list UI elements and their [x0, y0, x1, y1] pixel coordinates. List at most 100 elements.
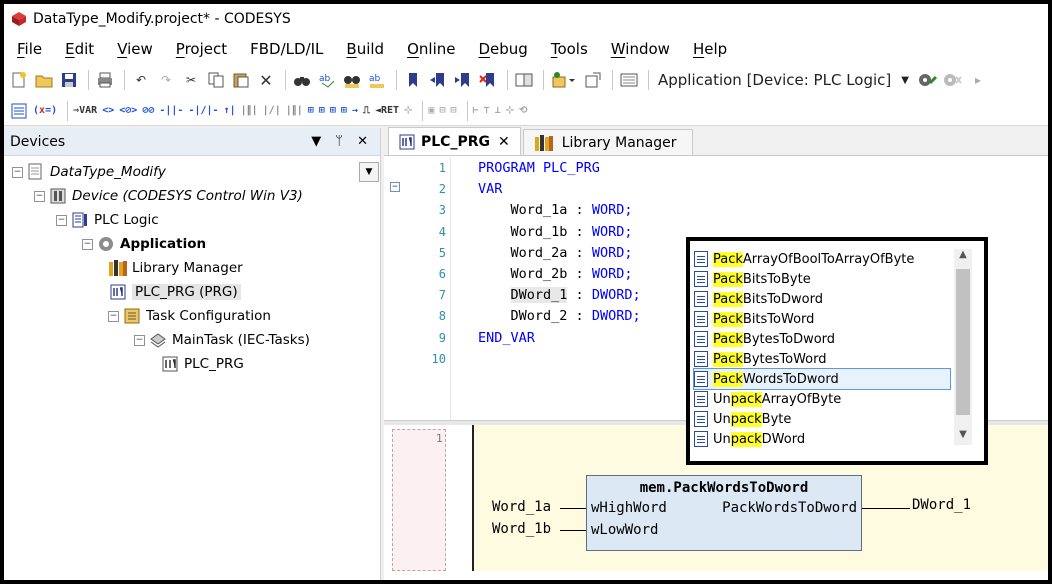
save-icon[interactable] [58, 69, 80, 91]
paste-icon[interactable] [230, 69, 252, 91]
replace-in-project-icon[interactable]: ab [366, 69, 388, 91]
autocomplete-item[interactable]: Pack BytesToWord [694, 349, 950, 369]
collapse-icon[interactable]: − [56, 214, 67, 226]
new-project-icon[interactable] [8, 69, 30, 91]
close-icon[interactable]: ✕ [357, 134, 368, 149]
insert-branch-below-icon[interactable]: ⊥ [495, 100, 501, 122]
collapse-icon[interactable]: − [390, 182, 400, 192]
tab-plc-prg[interactable]: PLC_PRG ✕ [388, 127, 521, 155]
collapse-icon[interactable]: − [134, 334, 145, 346]
insert-coil-icon[interactable]: |∥| [241, 100, 258, 122]
collapse-icon[interactable]: − [108, 310, 119, 322]
active-application-combo[interactable]: Application [Device: PLC Logic] ▼ [658, 71, 909, 89]
menu-build[interactable]: Build [333, 40, 394, 58]
panel-options-icon[interactable]: ▼ [311, 134, 321, 149]
collapse-icon[interactable]: − [12, 166, 23, 178]
toggle-parallel-icon[interactable]: ⟲ [519, 100, 527, 122]
autocomplete-item[interactable]: Pack BitsToDword [694, 289, 950, 309]
tree-node-application[interactable]: − Application [82, 232, 206, 256]
tab-library-manager[interactable]: Library Manager [522, 129, 693, 155]
copy-icon[interactable] [205, 69, 227, 91]
menu-view[interactable]: View [104, 40, 163, 58]
insert-parallel-contact-icon[interactable]: ↑| [224, 100, 236, 122]
open-project-icon[interactable] [33, 69, 55, 91]
set-output-connection-icon[interactable]: ⊹ [506, 100, 514, 122]
insert-output-icon[interactable]: ⎍ [363, 100, 370, 122]
autocomplete-item[interactable]: Pack BitsToWord [694, 309, 950, 329]
tree-node-task-config[interactable]: − Task Configuration [108, 304, 271, 328]
insert-ret-icon[interactable]: ◄RET [375, 100, 399, 122]
insert-var-icon[interactable]: ⇒VAR [73, 100, 97, 122]
collapse-icon[interactable]: − [34, 190, 45, 202]
tree-node-program-call[interactable]: PLC_PRG [160, 352, 244, 376]
autocomplete-item[interactable]: Un pack Byte [694, 409, 950, 429]
tree-node-plc[interactable]: − PLC Logic [56, 208, 159, 232]
insert-assignment-icon[interactable]: (x =) [33, 100, 57, 122]
find-icon[interactable] [291, 69, 313, 91]
cut-icon[interactable]: ✂ [180, 69, 202, 91]
menu-window[interactable]: Window [598, 40, 680, 58]
tree-node-project[interactable]: − DataType_Modify [12, 160, 166, 184]
edge-detect-icon[interactable]: ⊟ [439, 100, 445, 122]
compare-icon[interactable] [513, 69, 535, 91]
input-variable-1[interactable]: Word_1a [492, 499, 551, 515]
insert-input-icon[interactable]: → [352, 100, 358, 122]
scroll-thumb[interactable] [956, 269, 970, 415]
tree-node-task[interactable]: − MainTask (IEC-Tasks) [134, 328, 310, 352]
insert-negated-contact-icon[interactable]: -|/|- [188, 100, 218, 122]
function-block[interactable]: mem.PackWordsToDword wHighWord wLowWord … [586, 475, 862, 551]
insert-return-icon[interactable]: ⊘⊘ [142, 100, 154, 122]
find-in-project-icon[interactable] [341, 69, 363, 91]
autocomplete-item[interactable]: Un pack DWord [694, 429, 950, 449]
autocomplete-item[interactable]: Pack BitsToByte [694, 269, 950, 289]
insert-negated-coil-icon[interactable]: |/| [263, 100, 281, 122]
menu-fbd-ld-il[interactable]: FBD/LD/IL [237, 40, 333, 58]
collapse-icon[interactable]: − [82, 238, 93, 250]
insert-set-coil-icon[interactable]: |∥| [286, 100, 303, 122]
autocomplete-scrollbar[interactable]: ▲ ▼ [954, 249, 972, 445]
network-number-cell[interactable]: 1 [392, 429, 446, 571]
bookmark-icon[interactable] [402, 69, 424, 91]
menu-file[interactable]: File [4, 40, 52, 58]
set-reset-icon[interactable]: ⊟ [450, 100, 456, 122]
next-bookmark-icon[interactable] [452, 69, 474, 91]
insert-parallel-branch-icon[interactable]: ⊢ [473, 100, 479, 122]
scroll-up-icon[interactable]: ▲ [954, 249, 972, 265]
start-icon[interactable]: ▸ [967, 69, 989, 91]
autocomplete-item[interactable]: Pack WordsToDword [693, 368, 951, 390]
replace-icon[interactable]: ab [316, 69, 338, 91]
output-variable[interactable]: DWord_1 [912, 497, 971, 513]
insert-jump-icon[interactable]: <> [102, 100, 114, 122]
print-icon[interactable] [94, 69, 116, 91]
delete-icon[interactable]: ✕ [255, 69, 277, 91]
menu-project[interactable]: Project [163, 40, 237, 58]
insert-empty-box-icon[interactable]: ⊞ [330, 100, 336, 122]
tree-dropdown-button[interactable]: ▼ [359, 162, 379, 182]
menu-edit[interactable]: Edit [52, 40, 104, 58]
insert-contact-icon[interactable]: -||- [159, 100, 183, 122]
insert-branch-above-icon[interactable]: ⊤ [484, 100, 490, 122]
tree-node-program[interactable]: PLC_PRG (PRG) [108, 280, 241, 304]
negate-icon[interactable]: ▣ [428, 100, 434, 122]
menu-debug[interactable]: Debug [465, 40, 537, 58]
external-window-icon[interactable] [582, 69, 604, 91]
input-variable-2[interactable]: Word_1b [492, 521, 551, 537]
menu-tools[interactable]: Tools [538, 40, 598, 58]
redo-icon[interactable]: ↷ [155, 69, 177, 91]
logout-icon[interactable] [942, 69, 964, 91]
login-icon[interactable] [917, 69, 939, 91]
insert-box-icon[interactable]: ⊞ [308, 100, 314, 122]
tree-node-device[interactable]: − Device (CODESYS Control Win V3) [34, 184, 303, 208]
undo-icon[interactable]: ↶ [130, 69, 152, 91]
build-icon[interactable] [618, 69, 640, 91]
menu-online[interactable]: Online [394, 40, 465, 58]
insert-branch-icon[interactable]: ⊞ [341, 100, 347, 122]
insert-comment-icon[interactable]: ⊹ [404, 100, 412, 122]
autocomplete-item[interactable]: Un pack ArrayOfByte [694, 389, 950, 409]
previous-bookmark-icon[interactable] [427, 69, 449, 91]
menu-help[interactable]: Help [680, 40, 737, 58]
tree-node-library[interactable]: Library Manager [108, 256, 243, 280]
scroll-down-icon[interactable]: ▼ [954, 429, 972, 445]
insert-label-icon[interactable]: <⊘> [119, 100, 137, 122]
pin-icon[interactable]: ᛘ [335, 134, 343, 149]
